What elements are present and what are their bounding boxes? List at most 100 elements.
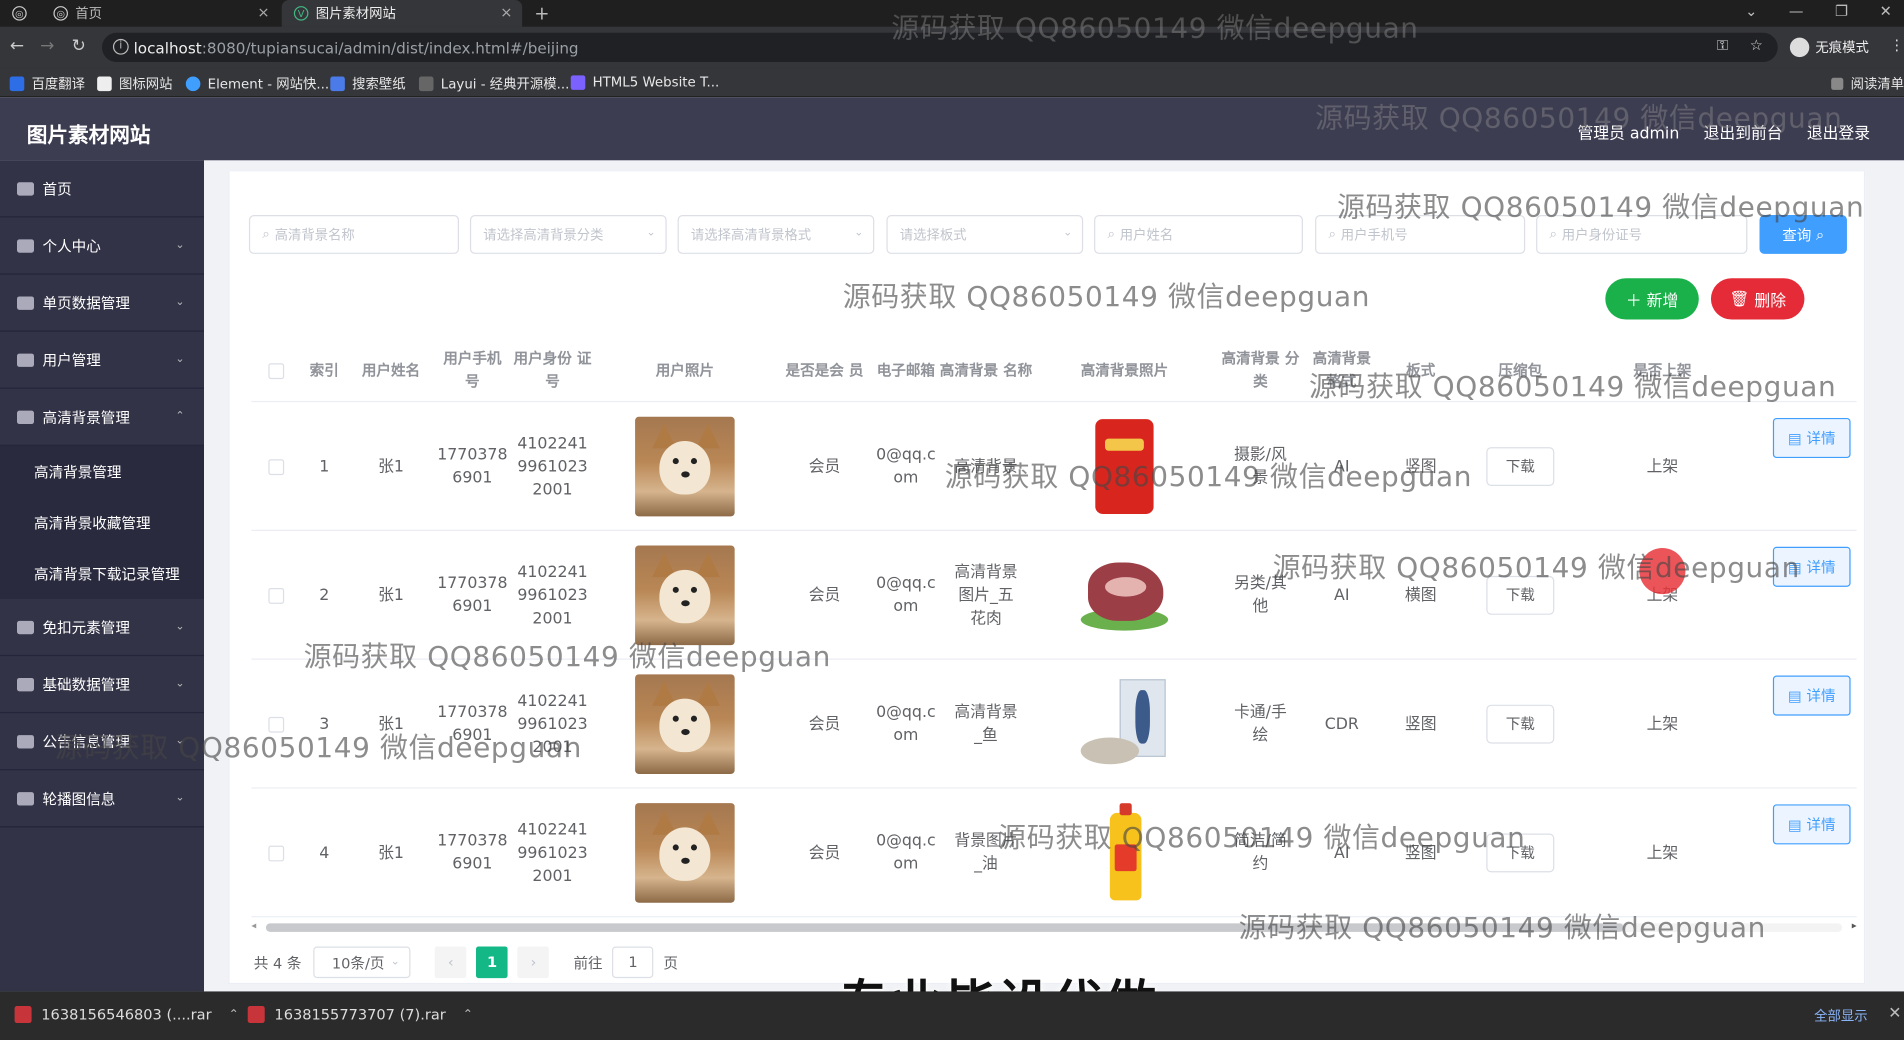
select-all-checkbox[interactable] [251, 339, 300, 402]
cell-id-card: 4102241 9961023 2001 [517, 820, 588, 886]
page-size-select[interactable]: 10条/页 ⌄ [313, 946, 411, 979]
col-user-id: 用户身份 证号 [513, 349, 592, 391]
image-icon [17, 410, 35, 424]
pagination: 共 4 条 10条/页 ⌄ ‹ 1 › 前往 1 页 [254, 945, 678, 979]
search-icon: ⌕ [1816, 225, 1825, 243]
bookmark-item[interactable]: 百度翻译 [9, 74, 85, 93]
col-member: 是否是会 员 [785, 361, 864, 379]
sidebar-item-carousel[interactable]: 轮播图信息 ⌄ [0, 770, 205, 828]
shiba-dog-image [635, 674, 735, 774]
reading-list-icon [1831, 77, 1844, 90]
key-icon[interactable]: ⚿ [1717, 36, 1728, 54]
download-button[interactable]: 下载 [1486, 704, 1555, 744]
html5-icon [570, 74, 586, 90]
bookmark-item[interactable]: 搜索壁纸 [330, 74, 406, 93]
watermark: 源码获取 QQ86050149 微信deepguan [1238, 912, 1766, 945]
browser-tab-site[interactable]: V 图片素材网站 × [281, 0, 523, 27]
reload-icon[interactable]: ↻ [72, 36, 86, 55]
clock-icon [17, 352, 35, 367]
row-checkbox[interactable] [251, 789, 300, 918]
download-item[interactable]: 1638156546803 (....rar ⌃ [14, 1006, 239, 1024]
col-index: 索引 [309, 361, 339, 379]
cell-status: 上架 [1646, 457, 1679, 476]
sidebar-subitem-bg-manage[interactable]: 高清背景管理 [0, 445, 205, 497]
close-tab-icon[interactable]: × [500, 4, 512, 21]
prev-page-button[interactable]: ‹ [435, 946, 467, 979]
close-shelf-icon[interactable]: ✕ [1888, 1005, 1901, 1023]
product-image [1075, 674, 1174, 774]
layout-select[interactable]: 请选择板式 ⌄ [886, 215, 1084, 254]
bg-photo [1033, 531, 1215, 660]
next-page-button[interactable]: › [517, 946, 550, 979]
reading-list[interactable]: 阅读清单 [1831, 74, 1904, 93]
product-image [1075, 545, 1174, 646]
incognito-indicator[interactable]: 无痕模式 [1789, 37, 1869, 58]
bookmark-item[interactable]: Layui - 经典开源模... [418, 74, 569, 93]
bookmark-item[interactable]: 图标网站 [97, 74, 172, 93]
search-icon: ⌕ [1549, 225, 1557, 242]
browser-tab-home[interactable]: ◎ 首页 × [41, 0, 279, 27]
bg-format-select[interactable]: 请选择高清背景格式 ⌄ [677, 215, 875, 254]
scroll-right-icon[interactable]: ▸ [1852, 920, 1857, 931]
detail-button[interactable]: ▤ 详情 [1772, 804, 1851, 845]
download-item[interactable]: 1638155773707 (7).rar ⌃ [247, 1006, 473, 1024]
download-shelf: 1638156546803 (....rar ⌃ 1638155773707 (7… [0, 991, 1904, 1040]
new-tab-button[interactable]: + [534, 2, 549, 24]
cell-name: 张1 [378, 843, 404, 863]
sidebar-item-elements[interactable]: 免扣元素管理 ⌄ [0, 599, 205, 657]
user-name-search-input[interactable]: ⌕ 用户姓名 [1094, 215, 1303, 254]
delete-button[interactable]: 🗑 删除 [1710, 278, 1805, 320]
cell-phone: 1770378 6901 [437, 445, 508, 488]
data-icon [17, 677, 35, 691]
cell-member: 会员 [808, 715, 841, 734]
more-menu-icon[interactable]: ⋮ [1889, 36, 1904, 53]
add-button[interactable]: ＋ 新增 [1605, 278, 1699, 320]
restore-icon[interactable]: ❐ [1835, 2, 1848, 19]
browser-menu-icon[interactable]: ◎ [0, 0, 36, 27]
bookmark-item[interactable]: HTML5 Website T... [570, 74, 719, 90]
goto-page-input[interactable]: 1 [612, 946, 654, 979]
sidebar-item-users[interactable]: 用户管理 ⌄ [0, 332, 205, 389]
layui-icon [418, 76, 434, 92]
chevron-down-icon: ⌄ [175, 620, 185, 634]
bg-category-select[interactable]: 请选择高清背景分类 ⌄ [469, 215, 667, 254]
close-window-icon[interactable]: ✕ [1880, 2, 1892, 19]
close-tab-icon[interactable]: × [257, 4, 269, 21]
row-checkbox[interactable] [251, 402, 300, 531]
back-icon[interactable]: ← [10, 36, 24, 55]
cell-index: 1 [319, 457, 330, 476]
sidebar-item-hd-backgrounds[interactable]: 高清背景管理 ⌃ [0, 389, 205, 446]
chevron-down-icon: ⌄ [1063, 227, 1073, 240]
show-all-downloads[interactable]: 全部显示 [1814, 1006, 1867, 1025]
detail-button[interactable]: ▤ 详情 [1772, 675, 1851, 716]
bookmark-star-icon[interactable]: ☆ [1750, 36, 1763, 53]
sidebar-item-profile[interactable]: 个人中心 ⌄ [0, 217, 205, 275]
download-button[interactable]: 下载 [1486, 447, 1555, 486]
tab-search-icon[interactable]: ⌄ [1745, 2, 1757, 19]
chevron-down-icon: ⌄ [175, 239, 185, 252]
chevron-up-icon[interactable]: ⌃ [229, 1008, 239, 1021]
bg-name-search-input[interactable]: ⌕ 高清背景名称 [248, 215, 460, 254]
wallpaper-icon [330, 76, 345, 92]
bookmark-item[interactable]: Element - 网站快... [185, 74, 329, 93]
cell-bg-name: 高清背景 _鱼 [954, 703, 1018, 745]
sidebar-item-single-page[interactable]: 单页数据管理 ⌄ [0, 275, 205, 332]
cell-status: 上架 [1646, 843, 1679, 863]
page-number[interactable]: 1 [476, 946, 508, 979]
archive-file-icon [247, 1006, 265, 1024]
chevron-up-icon[interactable]: ⌃ [463, 1008, 473, 1021]
document-icon: ▤ [1787, 815, 1802, 833]
detail-button[interactable]: ▤ 详情 [1772, 417, 1851, 459]
scroll-left-icon[interactable]: ◂ [251, 920, 256, 931]
sidebar-item-basic-data[interactable]: 基础数据管理 ⌄ [0, 656, 205, 714]
info-icon[interactable]: i [112, 38, 129, 55]
sidebar-item-home[interactable]: 首页 [0, 160, 205, 218]
minimize-icon[interactable]: — [1789, 2, 1804, 19]
row-checkbox[interactable] [251, 531, 300, 660]
sidebar-subitem-bg-favorites[interactable]: 高清背景收藏管理 [0, 496, 205, 548]
sidebar-subitem-bg-downloads[interactable]: 高清背景下载记录管理 [0, 547, 205, 599]
forward-icon[interactable]: → [40, 36, 54, 55]
bg-photo [1033, 660, 1215, 789]
cell-email: 0@qq.c om [876, 703, 936, 745]
window-controls: ⌄ — ❐ ✕ [1745, 2, 1892, 19]
